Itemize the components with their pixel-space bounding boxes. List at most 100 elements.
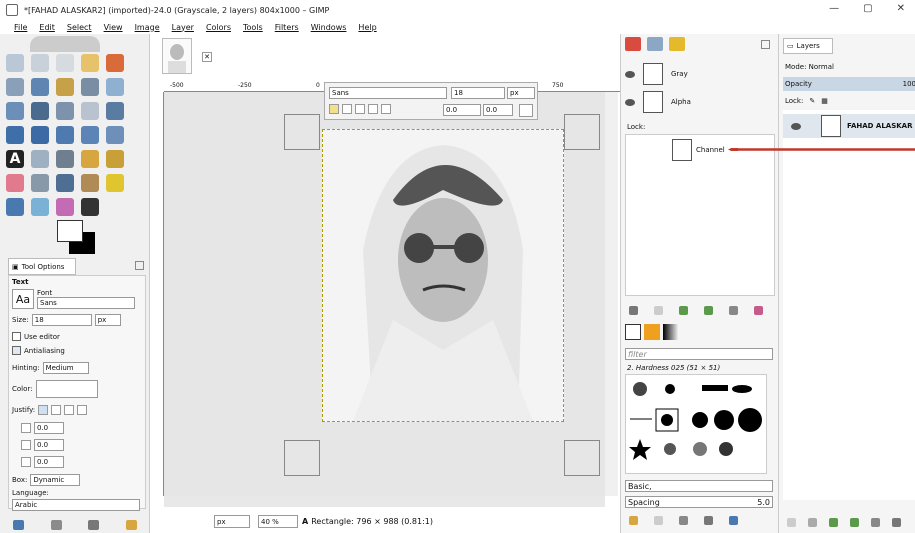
box-select[interactable]: Dynamic <box>30 474 81 486</box>
visibility-eye-icon[interactable] <box>625 70 635 78</box>
new-layer-icon[interactable] <box>787 518 796 527</box>
raise-channel-icon[interactable] <box>679 306 688 315</box>
new-brush-icon[interactable] <box>654 516 663 525</box>
layer-visibility-eye-icon[interactable] <box>791 122 801 130</box>
new-channel-icon[interactable] <box>654 306 663 315</box>
clone-icon[interactable] <box>81 174 99 192</box>
justify-right-button[interactable] <box>51 405 62 415</box>
refresh-brushes-icon[interactable] <box>729 516 738 525</box>
blur-icon[interactable] <box>56 198 74 216</box>
resize-handle-top-left[interactable] <box>284 114 320 150</box>
language-input[interactable]: Arabic <box>12 499 140 511</box>
use-editor-checkbox[interactable] <box>12 332 21 341</box>
save-options-icon[interactable] <box>13 520 25 530</box>
kerning-input[interactable]: 0.0 <box>483 104 513 116</box>
close-image-tab-icon[interactable]: ✕ <box>202 52 212 62</box>
paths-icon[interactable] <box>56 78 74 96</box>
brushes-tab-icon[interactable] <box>625 324 641 340</box>
restore-options-icon[interactable] <box>50 520 62 530</box>
justify-left-button[interactable] <box>38 405 49 415</box>
line-spacing-input[interactable]: 0.0 <box>34 439 64 451</box>
shear-icon[interactable] <box>31 126 49 144</box>
heal-icon[interactable] <box>106 174 124 192</box>
align-icon[interactable] <box>56 102 74 120</box>
dock-menu-icon[interactable] <box>761 40 770 49</box>
letter-spacing-input[interactable]: 0.0 <box>34 456 64 468</box>
lock-alpha-icon[interactable]: ▦ <box>821 97 828 105</box>
strikethrough-button[interactable] <box>381 104 391 114</box>
convolve-icon[interactable] <box>81 198 99 216</box>
zoom-icon[interactable] <box>106 78 124 96</box>
free-select-icon[interactable] <box>56 54 74 72</box>
vertical-scrollbar[interactable] <box>605 92 618 496</box>
anchor-layer-icon[interactable] <box>892 518 901 527</box>
tab-menu-icon[interactable] <box>135 261 144 270</box>
channel-row[interactable]: Alpha <box>625 90 775 114</box>
smudge-icon[interactable] <box>6 198 24 216</box>
patterns-tab-icon[interactable] <box>644 324 660 340</box>
unit-select[interactable]: px <box>214 515 250 528</box>
eraser-icon[interactable] <box>6 174 24 192</box>
size-input[interactable]: 18 <box>31 314 92 326</box>
perspective-icon[interactable] <box>56 126 74 144</box>
opacity-control[interactable]: Opacity 100 <box>783 77 915 91</box>
crop-icon[interactable] <box>81 102 99 120</box>
hinting-select[interactable]: Medium <box>42 362 89 374</box>
channel-row[interactable]: Gray <box>625 62 775 86</box>
spacing-control[interactable]: Spacing 5.0 <box>625 496 773 508</box>
justify-fill-button[interactable] <box>77 405 88 415</box>
brush-preset-select[interactable]: Basic, <box>625 480 773 492</box>
menu-windows[interactable]: Windows <box>311 23 347 32</box>
delete-options-icon[interactable] <box>88 520 100 530</box>
size-unit-select[interactable]: px <box>94 314 121 326</box>
channels-tab-icon[interactable] <box>625 37 641 51</box>
justify-center-button[interactable] <box>64 405 75 415</box>
indent-input[interactable]: 0.0 <box>34 422 64 434</box>
undo-tab-icon[interactable] <box>669 37 685 51</box>
layer-list[interactable]: FAHAD ALASKAR <box>783 110 915 500</box>
menu-edit[interactable]: Edit <box>39 23 55 32</box>
brush-grid[interactable] <box>625 374 767 474</box>
foreground-select-icon[interactable] <box>31 78 49 96</box>
text-color-button[interactable] <box>519 104 533 117</box>
duplicate-brush-icon[interactable] <box>679 516 688 525</box>
italic-button[interactable] <box>355 104 365 114</box>
menu-select[interactable]: Select <box>67 23 92 32</box>
ellipse-select-icon[interactable] <box>31 54 49 72</box>
blend-icon[interactable] <box>56 150 74 168</box>
text-size-input[interactable]: 18 <box>451 87 505 99</box>
mode-select[interactable]: Mode: Normal <box>783 60 915 74</box>
layer-row[interactable]: FAHAD ALASKAR <box>783 114 915 138</box>
bold-button[interactable] <box>342 104 352 114</box>
channel-to-selection-icon[interactable] <box>754 306 763 315</box>
ink-icon[interactable] <box>56 174 74 192</box>
color-swatch-button[interactable] <box>35 380 98 398</box>
lower-channel-icon[interactable] <box>704 306 713 315</box>
tab-layers[interactable]: ▭ Layers <box>783 38 833 54</box>
channel-list[interactable]: Channel <box>625 134 775 296</box>
portrait-image[interactable] <box>322 129 564 422</box>
lower-layer-icon[interactable] <box>850 518 859 527</box>
menu-help[interactable]: Help <box>358 23 376 32</box>
gradients-tab-icon[interactable] <box>663 324 679 340</box>
fg-bg-colors[interactable] <box>57 220 97 254</box>
new-layer-group-icon[interactable] <box>808 518 817 527</box>
lock-pixels-icon[interactable]: ✎ <box>809 97 815 105</box>
airbrush-icon[interactable] <box>31 174 49 192</box>
resize-handle-top-right[interactable] <box>564 114 600 150</box>
horizontal-scrollbar[interactable] <box>164 496 605 507</box>
menu-file[interactable]: File <box>14 23 27 32</box>
dodge-burn-icon[interactable] <box>31 198 49 216</box>
tab-tool-options[interactable]: ▣ Tool Options <box>8 258 76 275</box>
bucket-fill-icon[interactable] <box>31 150 49 168</box>
fuzzy-select-icon[interactable] <box>81 54 99 72</box>
zoom-select[interactable]: 40 % <box>258 515 298 528</box>
menu-layer[interactable]: Layer <box>172 23 194 32</box>
paintbrush-icon[interactable] <box>106 150 124 168</box>
channel-drag-item[interactable]: Channel <box>672 139 725 161</box>
foreground-color[interactable] <box>57 220 83 242</box>
menu-image[interactable]: Image <box>135 23 160 32</box>
measure-icon[interactable] <box>6 102 24 120</box>
brush-filter-input[interactable]: filter <box>625 348 773 360</box>
color-select-icon[interactable] <box>106 54 124 72</box>
